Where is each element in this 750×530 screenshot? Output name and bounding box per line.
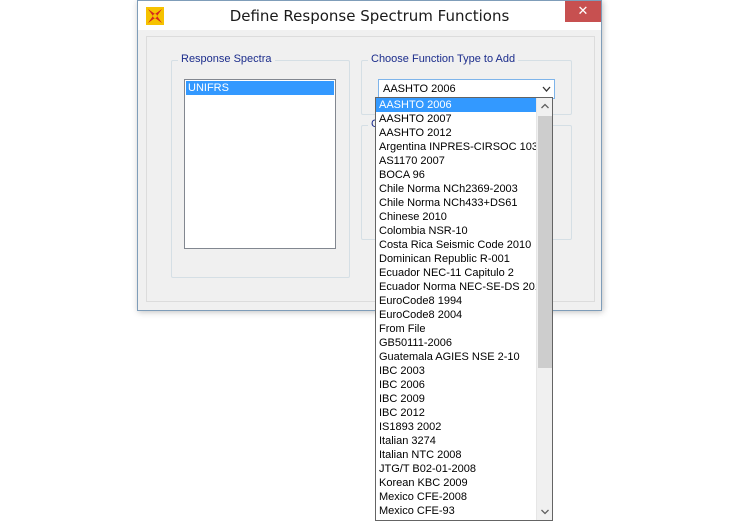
response-spectra-group: Response Spectra UNIFRS [171,53,350,278]
dropdown-option[interactable]: IBC 2006 [376,378,536,392]
dropdown-option[interactable]: AS1170 2007 [376,154,536,168]
dropdown-option[interactable]: JTG/T B02-01-2008 [376,462,536,476]
arrow-down-icon[interactable] [537,503,553,520]
scrollbar-thumb[interactable] [538,116,552,368]
close-button[interactable]: ✕ [565,1,601,22]
dropdown-option[interactable]: Argentina INPRES-CIRSOC 103 [376,140,536,154]
dropdown-option[interactable]: Chile Norma NCh2369-2003 [376,182,536,196]
dropdown-option[interactable]: IS1893 2002 [376,420,536,434]
dropdown-option[interactable]: IBC 2003 [376,364,536,378]
dropdown-option[interactable]: Chinese 2010 [376,210,536,224]
dropdown-option[interactable]: Chile Norma NCh433+DS61 [376,196,536,210]
dropdown-options[interactable]: AASHTO 2006 AASHTO 2007 AASHTO 2012 Argenti… [376,98,536,520]
dropdown-option[interactable]: Guatemala AGIES NSE 2-10 [376,350,536,364]
list-item[interactable]: UNIFRS [186,81,334,95]
dropdown-option[interactable]: Costa Rica Seismic Code 2010 [376,238,536,252]
dropdown-option[interactable]: Colombia NSR-10 [376,224,536,238]
dropdown-option[interactable]: AASHTO 2007 [376,112,536,126]
dropdown-option[interactable]: From File [376,322,536,336]
dropdown-option[interactable]: AASHTO 2006 [376,98,536,112]
window-title: Define Response Spectrum Functions [229,7,510,25]
function-type-select[interactable]: AASHTO 2006 [378,79,555,99]
dropdown-option[interactable]: Mexico CFE-2008 [376,490,536,504]
dropdown-option[interactable]: Mexico CFE-93 [376,504,536,518]
dropdown-option[interactable]: Dominican Republic R-001 [376,252,536,266]
dropdown-option[interactable]: GB50111-2006 [376,336,536,350]
dropdown-option[interactable]: EuroCode8 1994 [376,294,536,308]
dropdown-option[interactable]: EuroCode8 2004 [376,308,536,322]
title-bar[interactable]: Define Response Spectrum Functions ✕ [138,1,601,30]
response-spectra-label: Response Spectra [178,53,275,65]
dropdown-option[interactable]: IBC 2009 [376,392,536,406]
dropdown-option[interactable]: AASHTO 2012 [376,126,536,140]
arrow-up-icon[interactable] [537,98,553,115]
dropdown-scrollbar[interactable] [536,98,552,520]
function-type-selected-value: AASHTO 2006 [383,83,456,95]
dropdown-option[interactable]: Ecuador Norma NEC-SE-DS 2015 [376,280,536,294]
choose-function-label: Choose Function Type to Add [368,53,519,65]
dropdown-option[interactable]: Italian NTC 2008 [376,448,536,462]
dropdown-option[interactable]: Ecuador NEC-11 Capitulo 2 [376,266,536,280]
dropdown-option[interactable]: IBC 2012 [376,406,536,420]
dropdown-option[interactable]: Korean KBC 2009 [376,476,536,490]
function-type-dropdown-list[interactable]: AASHTO 2006 AASHTO 2007 AASHTO 2012 Argenti… [375,97,553,521]
dropdown-option[interactable]: Italian 3274 [376,434,536,448]
dropdown-option[interactable]: BOCA 96 [376,168,536,182]
response-spectra-list[interactable]: UNIFRS [184,79,336,249]
